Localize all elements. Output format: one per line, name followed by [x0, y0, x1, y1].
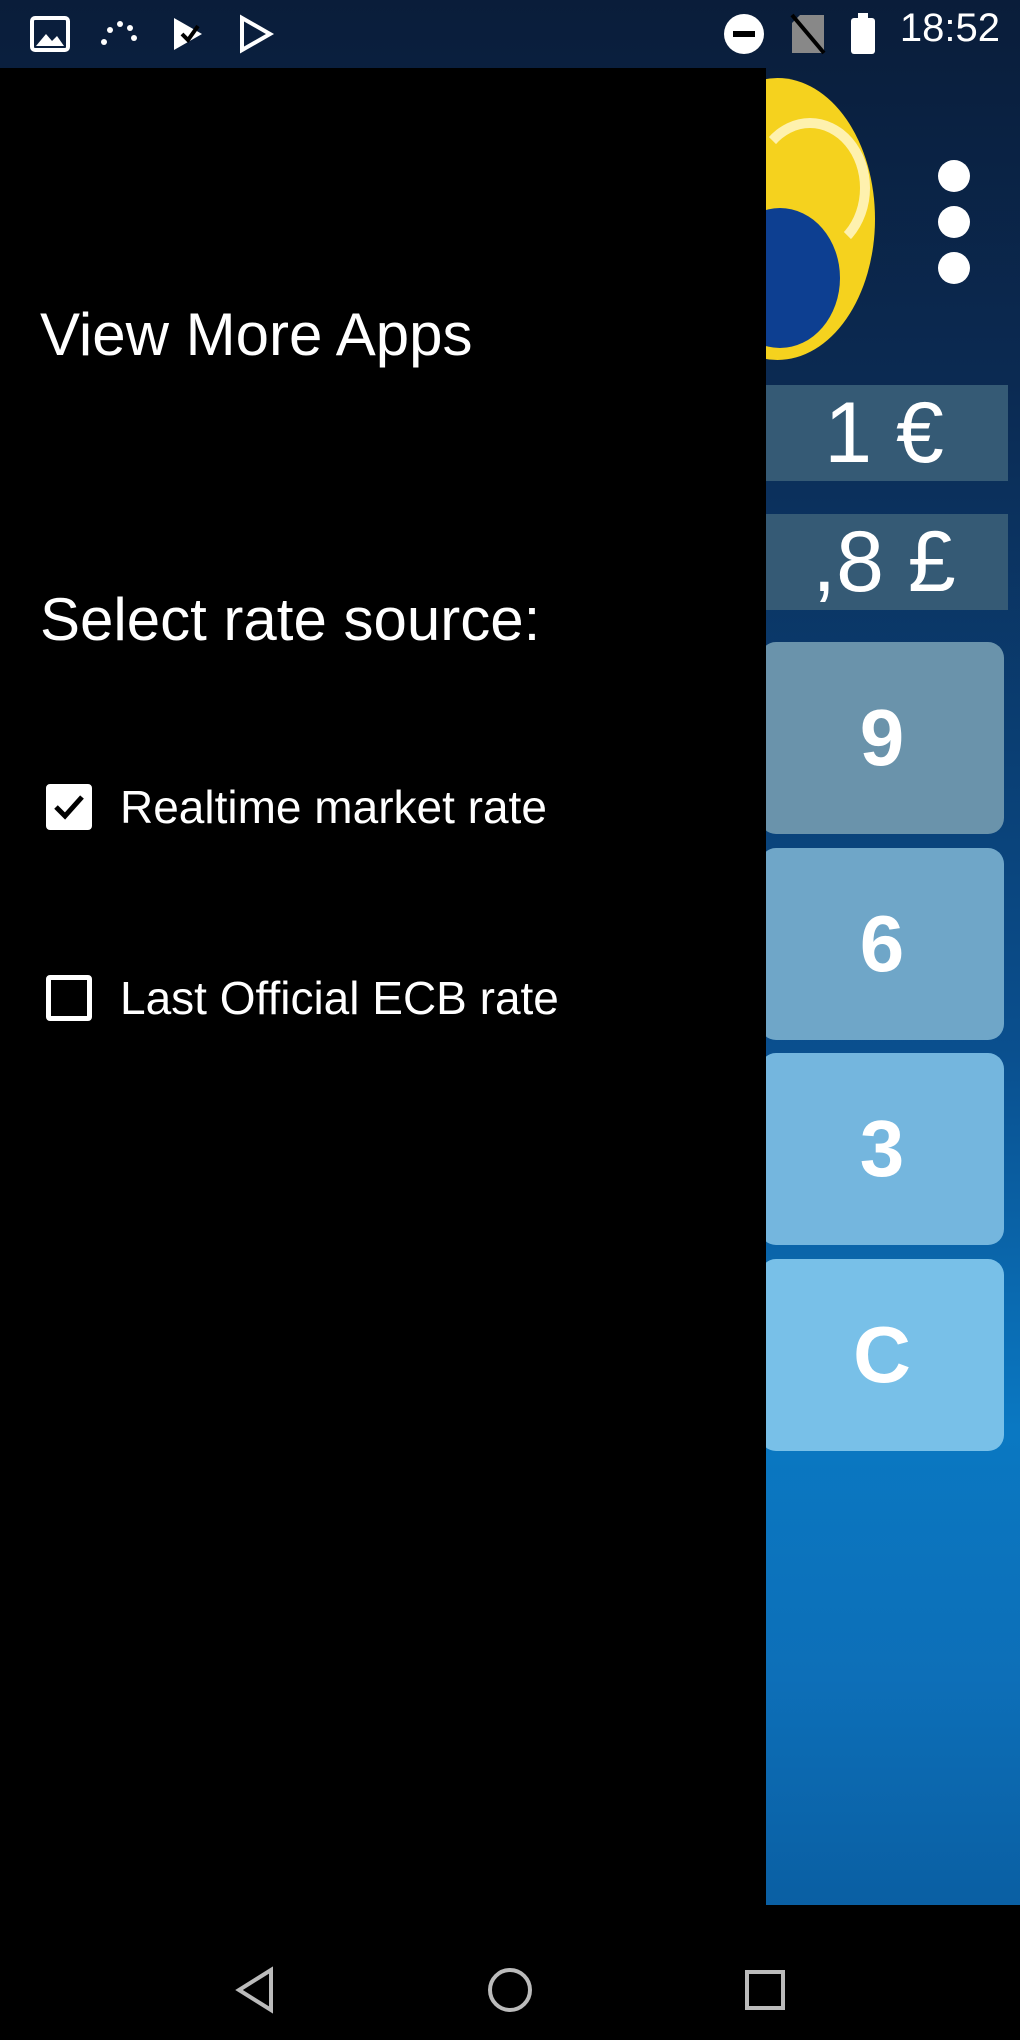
option-last-official-ecb-rate[interactable]: Last Official ECB rate	[46, 971, 559, 1025]
option-realtime-market-rate[interactable]: Realtime market rate	[46, 780, 547, 834]
navigation-drawer: View More Apps Select rate source: Realt…	[0, 68, 766, 1905]
view-more-apps-link[interactable]: View More Apps	[40, 300, 472, 369]
status-bar: 18:52	[0, 0, 1020, 68]
key-3[interactable]: 3	[760, 1053, 1004, 1245]
key-9[interactable]: 9	[760, 642, 1004, 834]
select-rate-source-title: Select rate source:	[40, 586, 541, 653]
converted-value: ,8 £	[812, 513, 956, 610]
more-options-icon[interactable]	[936, 160, 972, 285]
key-clear[interactable]: C	[760, 1259, 1004, 1451]
ecb-rate-label: Last Official ECB rate	[120, 972, 559, 1024]
recents-icon[interactable]	[725, 1950, 805, 2030]
back-icon[interactable]	[215, 1950, 295, 2030]
clock: 18:52	[899, 6, 1000, 50]
no-sim-icon	[786, 13, 830, 55]
loading-icon	[96, 14, 140, 54]
image-icon	[28, 14, 72, 54]
realtime-rate-label: Realtime market rate	[120, 781, 547, 833]
amount-value: 1 €	[824, 384, 944, 481]
play-store-check-icon	[166, 14, 210, 54]
realtime-rate-checkbox[interactable]	[46, 784, 92, 830]
ecb-rate-checkbox[interactable]	[46, 975, 92, 1021]
converted-field[interactable]: ,8 £	[760, 514, 1008, 610]
battery-icon	[848, 13, 878, 54]
do-not-disturb-icon	[722, 14, 766, 54]
home-icon[interactable]	[470, 1950, 550, 2030]
key-6[interactable]: 6	[760, 848, 1004, 1040]
play-store-icon	[234, 14, 278, 54]
amount-field[interactable]: 1 €	[760, 385, 1008, 481]
